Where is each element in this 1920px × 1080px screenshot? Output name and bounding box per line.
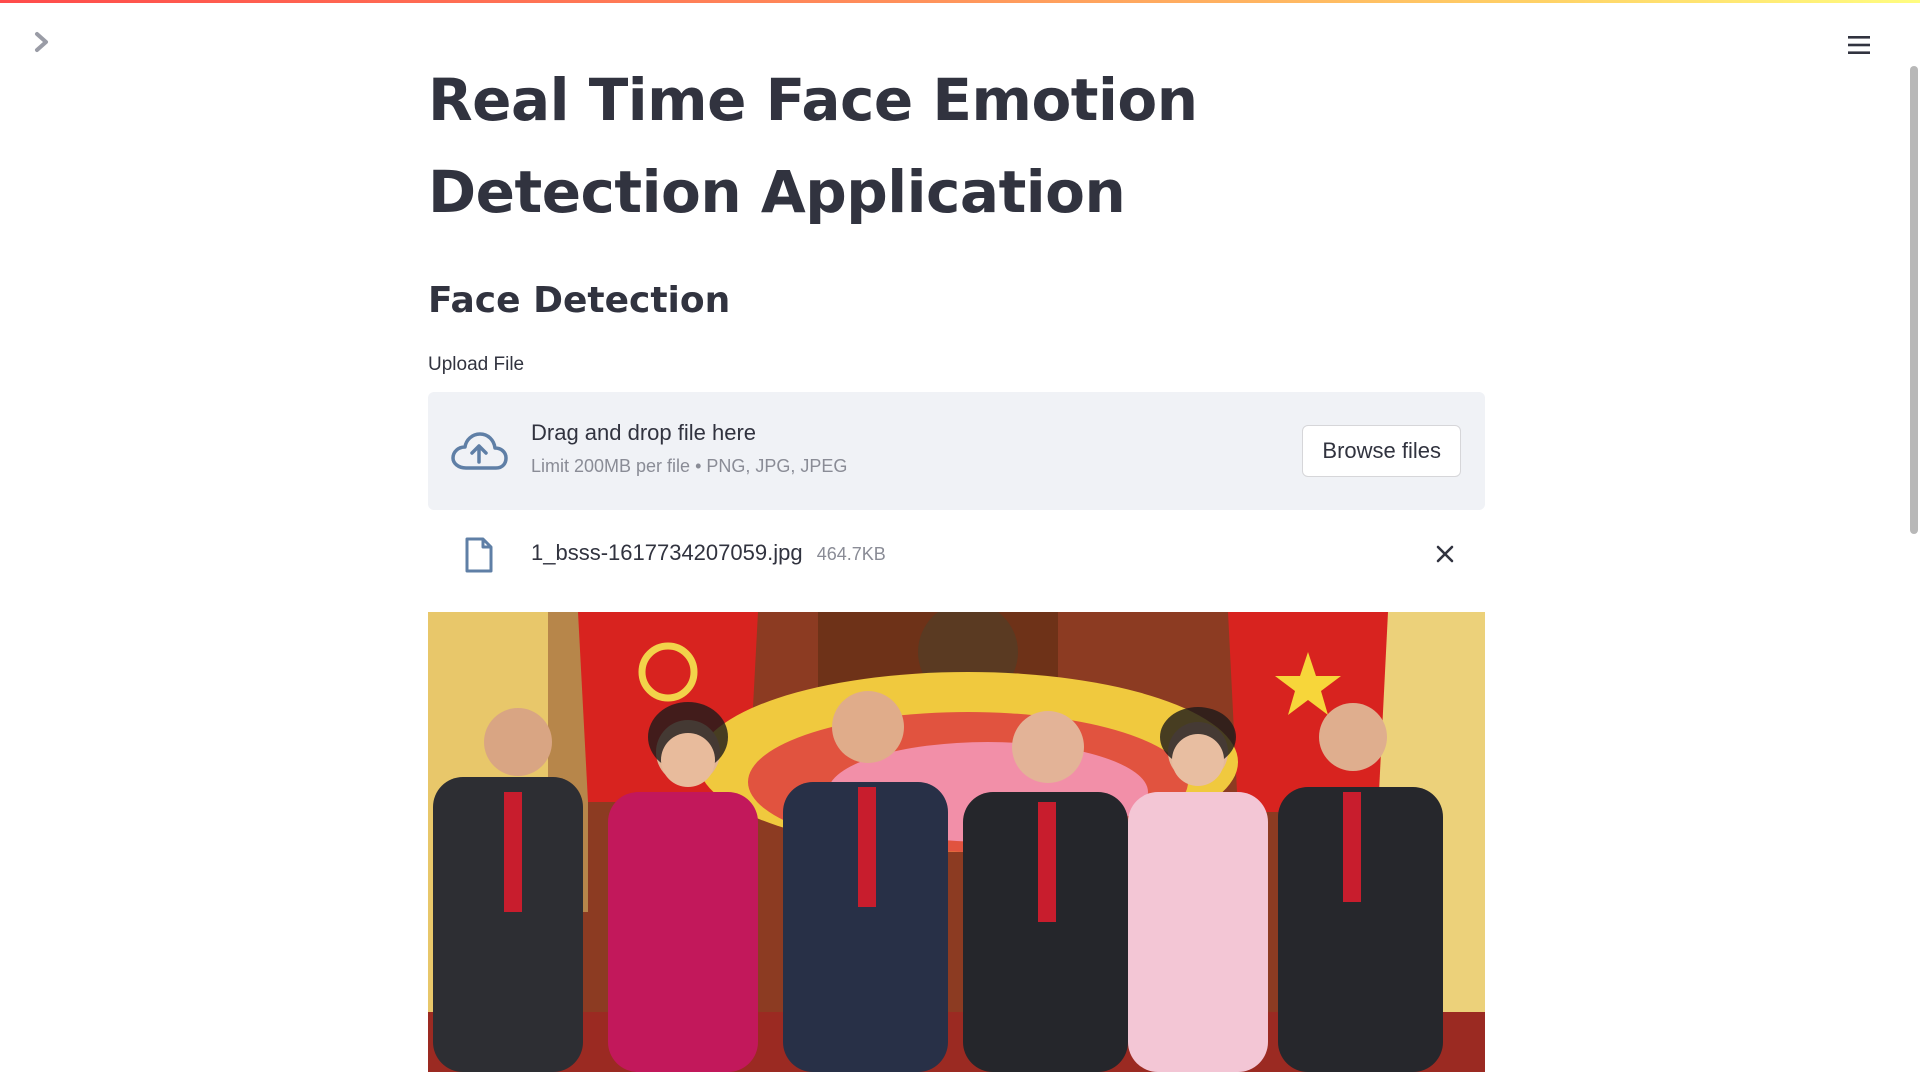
file-icon xyxy=(465,537,493,573)
uploaded-file-row: 1_bsss-1617734207059.jpg 464.7KB xyxy=(428,510,1485,596)
dropzone-limit: Limit 200MB per file • PNG, JPG, JPEG xyxy=(531,456,848,476)
cloud-upload-icon xyxy=(451,432,508,470)
dropzone-text: Drag and drop file here Limit 200MB per … xyxy=(531,418,847,477)
browse-files-button[interactable]: Browse files xyxy=(1302,425,1461,477)
scrollbar-thumb[interactable] xyxy=(1910,66,1918,534)
dropzone-instruction: Drag and drop file here xyxy=(531,420,757,445)
remove-file-button[interactable] xyxy=(1431,540,1459,568)
scrollbar[interactable] xyxy=(1908,0,1920,1080)
main-content: Real Time Face Emotion Detection Applica… xyxy=(428,0,1485,1072)
upload-label: Upload File xyxy=(428,354,525,375)
sidebar-toggle-button[interactable] xyxy=(28,28,56,56)
file-dropzone[interactable]: Drag and drop file here Limit 200MB per … xyxy=(428,392,1485,510)
uploaded-file-name: 1_bsss-1617734207059.jpg xyxy=(531,540,803,565)
uploaded-image xyxy=(428,612,1485,1072)
section-heading: Face Detection xyxy=(428,280,731,321)
hamburger-menu-icon xyxy=(1848,36,1870,54)
chevron-right-icon xyxy=(35,32,48,52)
uploaded-file-size: 464.7KB xyxy=(816,544,886,564)
main-menu-button[interactable] xyxy=(1842,28,1876,62)
close-icon xyxy=(1436,545,1454,563)
page-title: Real Time Face Emotion Detection Applica… xyxy=(428,66,1198,226)
uploaded-file-info: 1_bsss-1617734207059.jpg 464.7KB xyxy=(531,540,886,566)
group-photo-image xyxy=(428,612,1485,1072)
